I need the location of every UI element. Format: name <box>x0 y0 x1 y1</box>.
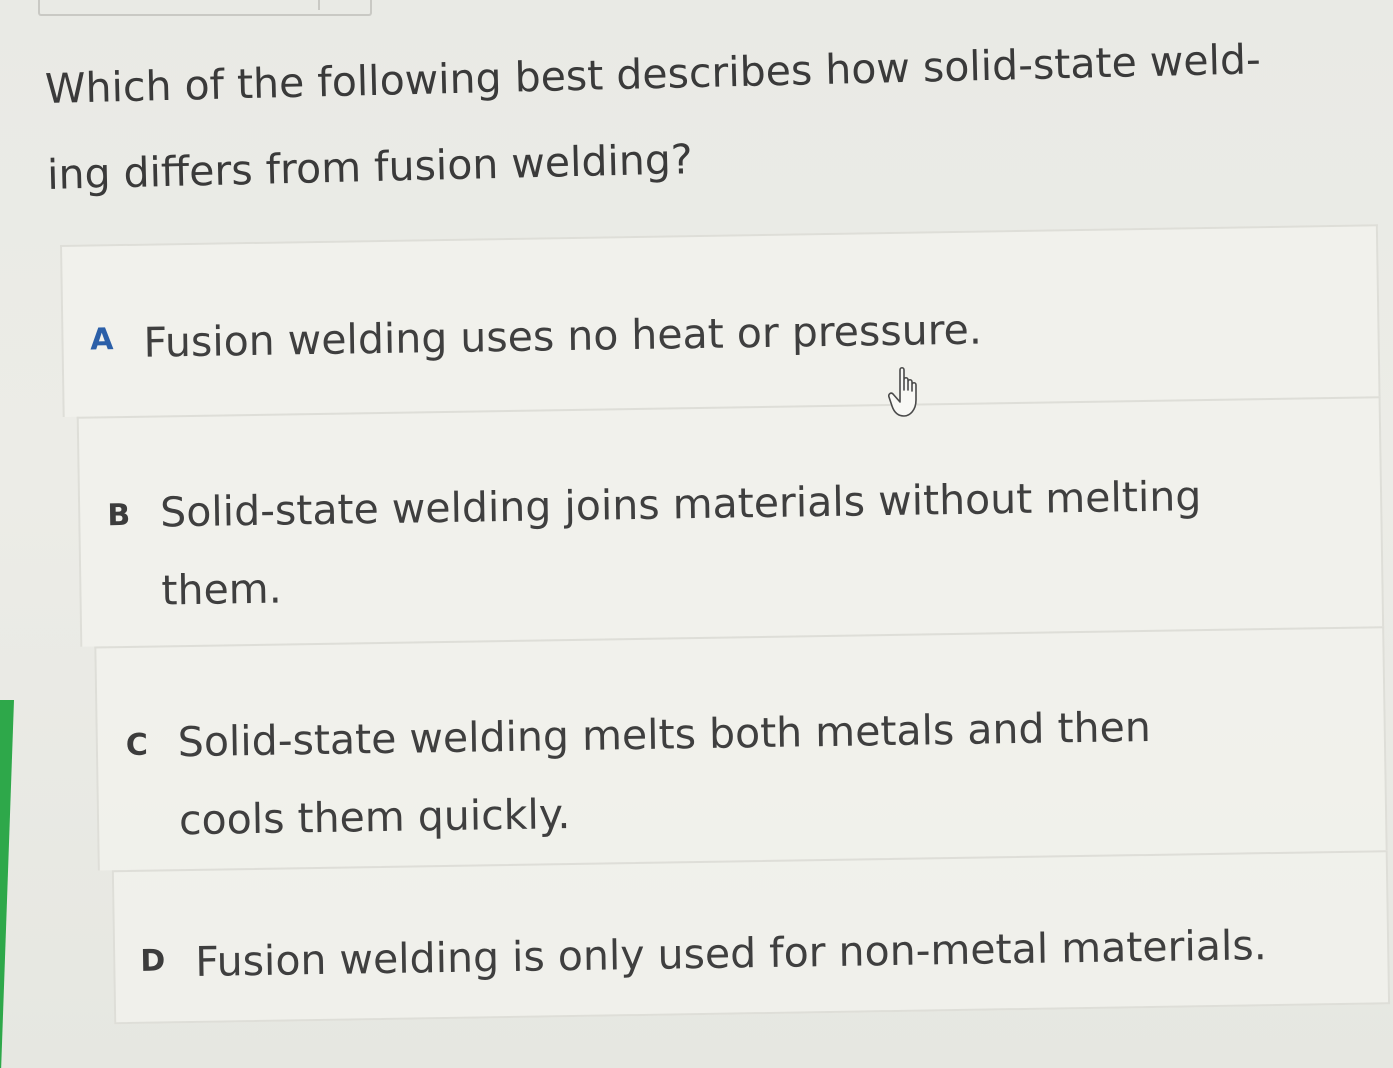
option-a-text: Fusion welding uses no heat or pressure. <box>143 305 983 367</box>
option-b[interactable]: B Solid-state welding joins materials wi… <box>76 396 1385 647</box>
option-a[interactable]: A Fusion welding uses no heat or pressur… <box>60 224 1381 417</box>
option-d-letter: D <box>140 943 166 979</box>
question-text: Which of the following best describes ho… <box>44 35 1262 199</box>
option-c[interactable]: C Solid-state welding melts both metals … <box>94 626 1388 871</box>
option-b-letter: B <box>107 497 131 534</box>
hand-pointer-icon <box>888 366 917 417</box>
top-tab-outline <box>38 0 372 16</box>
option-d-text: Fusion welding is only used for non-meta… <box>194 921 1268 986</box>
option-a-letter: A <box>90 322 114 358</box>
answer-options: A Fusion welding uses no heat or pressur… <box>60 224 1391 1025</box>
option-c-text: Solid-state welding melts both metals an… <box>177 702 1152 845</box>
option-b-text: Solid-state welding joins materials with… <box>159 472 1202 615</box>
left-accent-bar <box>0 700 14 1068</box>
top-tab-divider <box>318 0 320 10</box>
option-d[interactable]: D Fusion welding is only used for non-me… <box>111 850 1391 1025</box>
option-c-letter: C <box>125 727 149 764</box>
